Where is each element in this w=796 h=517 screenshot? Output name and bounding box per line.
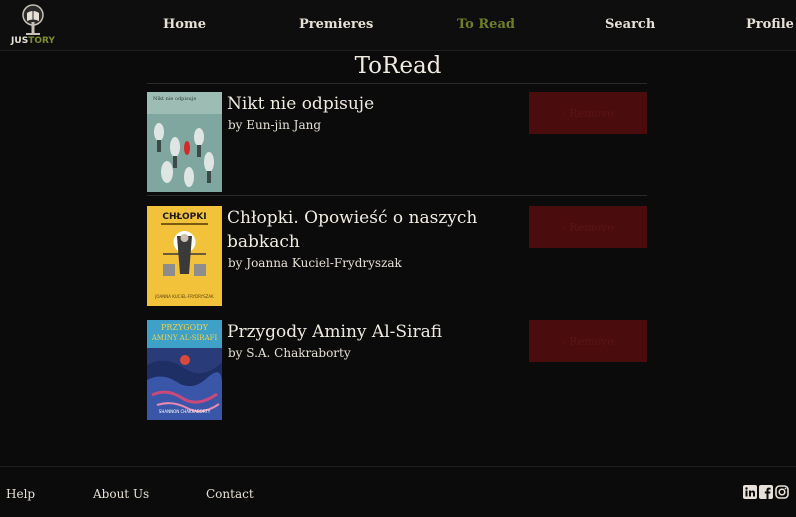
book-author: by S.A. Chakraborty bbox=[228, 346, 351, 360]
book-title[interactable]: Chłopki. Opowieść o naszych babkach bbox=[227, 206, 527, 254]
footer: Help About Us Contact bbox=[0, 466, 796, 517]
svg-text:JOANNA KUCIEL-FRYDRYSZAK: JOANNA KUCIEL-FRYDRYSZAK bbox=[154, 294, 214, 299]
book-cover[interactable]: Nikt nie odpisuje bbox=[147, 92, 222, 192]
logo-wordmark: JUSTORY bbox=[11, 36, 55, 46]
book-tree-icon bbox=[22, 4, 44, 35]
nav-search[interactable]: Search bbox=[605, 17, 655, 32]
linkedin-icon[interactable] bbox=[743, 485, 757, 499]
svg-text:CHŁOPKI: CHŁOPKI bbox=[162, 212, 206, 222]
justory-logo[interactable]: JUSTORY bbox=[9, 3, 57, 47]
remove-button[interactable]: - Remove bbox=[529, 92, 647, 134]
book-author: by Eun-jin Jang bbox=[228, 118, 322, 132]
book-title[interactable]: Nikt nie odpisuje bbox=[227, 92, 527, 116]
nav-home[interactable]: Home bbox=[163, 17, 206, 32]
footer-about-link[interactable]: About Us bbox=[93, 487, 149, 501]
top-navigation-bar: JUSTORY Home Premieres To Read Search Pr… bbox=[0, 0, 796, 51]
nav-profile[interactable]: Profile bbox=[746, 17, 794, 32]
book-author: by Joanna Kuciel-Frydryszak bbox=[228, 256, 402, 270]
nav-to-read[interactable]: To Read bbox=[457, 17, 515, 32]
svg-text:Nikt nie odpisuje: Nikt nie odpisuje bbox=[153, 96, 196, 102]
book-cover[interactable]: CHŁOPKI JOANNA KUCIEL-FRYDRYSZAK bbox=[147, 206, 222, 306]
footer-help-link[interactable]: Help bbox=[6, 487, 35, 501]
remove-button[interactable]: - Remove bbox=[529, 320, 647, 362]
remove-button[interactable]: - Remove bbox=[529, 206, 647, 248]
svg-text:SHANNON CHAKRABORTY: SHANNON CHAKRABORTY bbox=[159, 409, 211, 414]
svg-text:PRZYGODY: PRZYGODY bbox=[161, 323, 209, 332]
instagram-icon[interactable] bbox=[775, 485, 789, 499]
svg-text:AMINY AL-SIRAFI: AMINY AL-SIRAFI bbox=[151, 334, 218, 342]
book-cover[interactable]: PRZYGODY AMINY AL-SIRAFI SHANNON CHAKRAB… bbox=[147, 320, 222, 420]
footer-contact-link[interactable]: Contact bbox=[206, 487, 254, 501]
page-title: ToRead bbox=[354, 53, 442, 79]
nav-premieres[interactable]: Premieres bbox=[299, 17, 373, 32]
book-divider bbox=[147, 195, 647, 196]
title-divider bbox=[147, 83, 647, 84]
book-title[interactable]: Przygody Aminy Al-Sirafi bbox=[227, 320, 527, 344]
facebook-icon[interactable] bbox=[759, 485, 773, 499]
